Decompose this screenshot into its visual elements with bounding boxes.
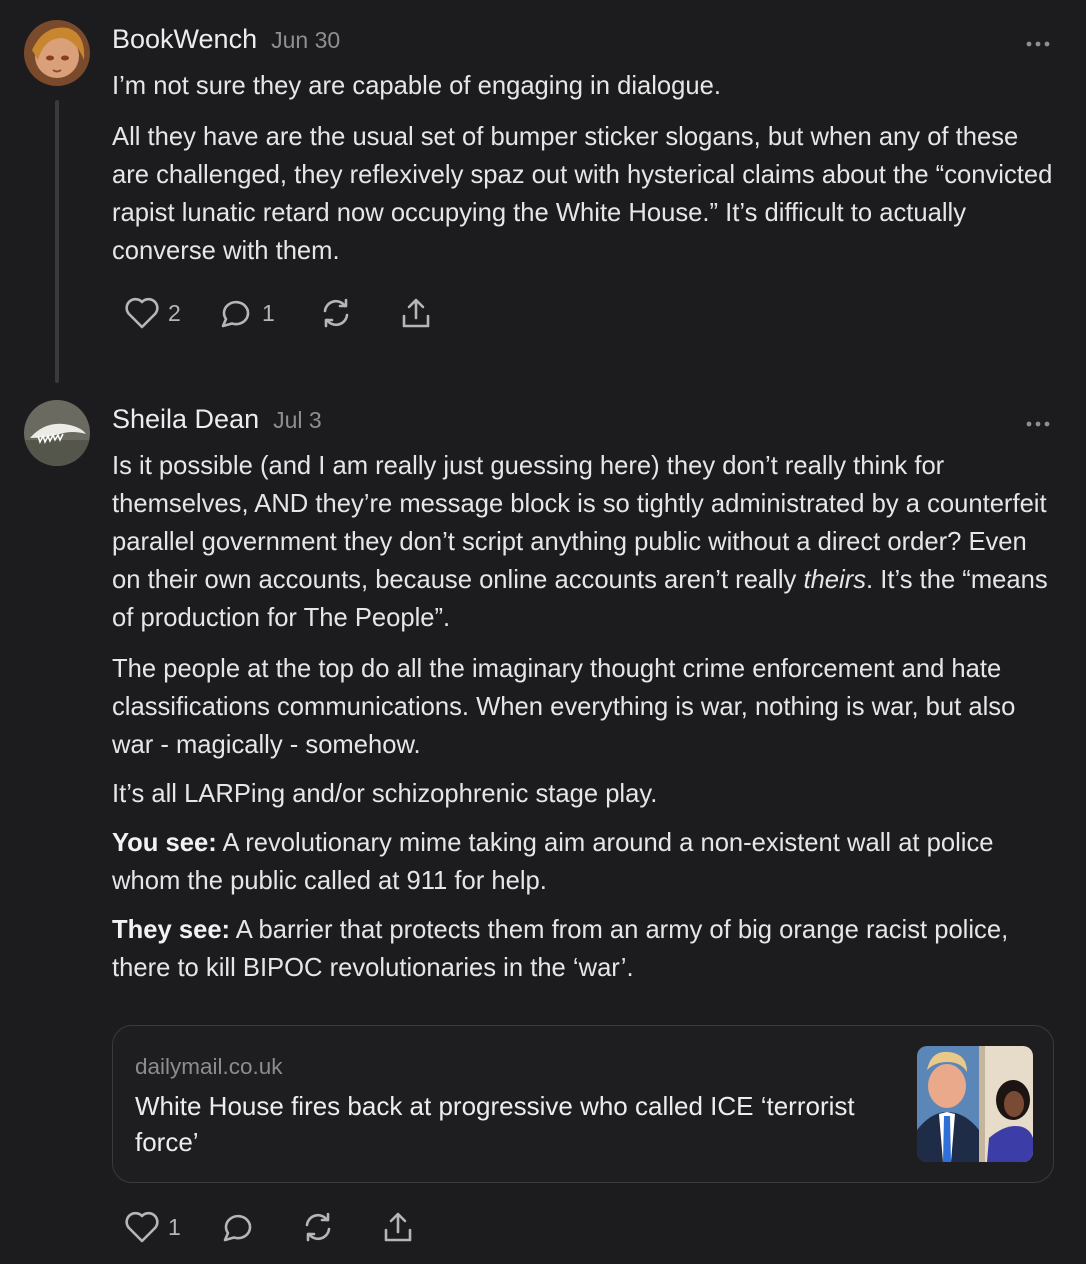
text-run: A revolutionary mime taking aim around a…	[112, 829, 994, 895]
comment-date[interactable]: Jul 3	[273, 407, 322, 433]
share-button[interactable]	[398, 296, 434, 330]
restack-icon	[305, 1212, 331, 1242]
emphasis-text: theirs	[803, 566, 867, 594]
comment-date[interactable]: Jun 30	[271, 27, 340, 53]
avatar[interactable]	[24, 400, 90, 466]
link-domain: dailymail.co.uk	[135, 1054, 283, 1079]
more-options-icon[interactable]	[1026, 35, 1050, 47]
comment-paragraph: You see: A revolutionary mime taking aim…	[112, 824, 1062, 900]
link-thumbnail[interactable]	[917, 1046, 1033, 1162]
restack-button[interactable]	[300, 1210, 336, 1244]
share-icon	[384, 1212, 412, 1242]
comment-paragraph: They see: A barrier that protects them f…	[112, 911, 1062, 987]
restack-button[interactable]	[318, 296, 354, 330]
share-button[interactable]	[380, 1210, 416, 1244]
text-run: A barrier that protects them from an arm…	[112, 916, 1009, 982]
comment-author[interactable]: BookWench Jun 30	[112, 24, 340, 55]
comment-paragraph: The people at the top do all the imagina…	[112, 655, 1016, 759]
like-count: 2	[168, 299, 181, 326]
comment-paragraph: It’s all LARPing and/or schizophrenic st…	[112, 780, 658, 808]
reply-button[interactable]	[220, 1210, 256, 1244]
heart-icon	[125, 1211, 159, 1243]
avatar[interactable]	[24, 20, 90, 86]
comment-author[interactable]: Sheila Dean Jul 3	[112, 404, 322, 435]
more-options-icon[interactable]	[1026, 415, 1050, 427]
reply-count: 1	[262, 299, 275, 326]
like-button[interactable]: 1	[124, 1210, 181, 1244]
reply-button[interactable]: 1	[218, 296, 275, 330]
bold-label: They see:	[112, 916, 231, 944]
comment-body: Is it possible (and I am really just gue…	[112, 447, 1062, 1000]
comment-paragraph: Is it possible (and I am really just gue…	[112, 447, 1062, 637]
like-count: 1	[168, 1213, 181, 1240]
share-icon	[402, 298, 430, 328]
link-preview-card[interactable]: dailymail.co.uk White House fires back a…	[112, 1025, 1054, 1183]
restack-icon	[323, 298, 349, 328]
comment-paragraph: All they have are the usual set of bumpe…	[112, 123, 1053, 265]
comment-paragraph: I’m not sure they are capable of engagin…	[112, 72, 721, 100]
speech-bubble-icon	[223, 1214, 252, 1242]
comment-body: I’m not sure they are capable of engagin…	[112, 67, 1062, 283]
like-button[interactable]: 2	[124, 296, 181, 330]
bold-label: You see:	[112, 829, 217, 857]
heart-icon	[125, 297, 159, 329]
speech-bubble-icon	[221, 300, 250, 328]
author-name[interactable]: Sheila Dean	[112, 404, 259, 434]
thread-line	[55, 100, 59, 383]
author-name[interactable]: BookWench	[112, 24, 257, 54]
link-title[interactable]: White House fires back at progressive wh…	[135, 1088, 855, 1160]
